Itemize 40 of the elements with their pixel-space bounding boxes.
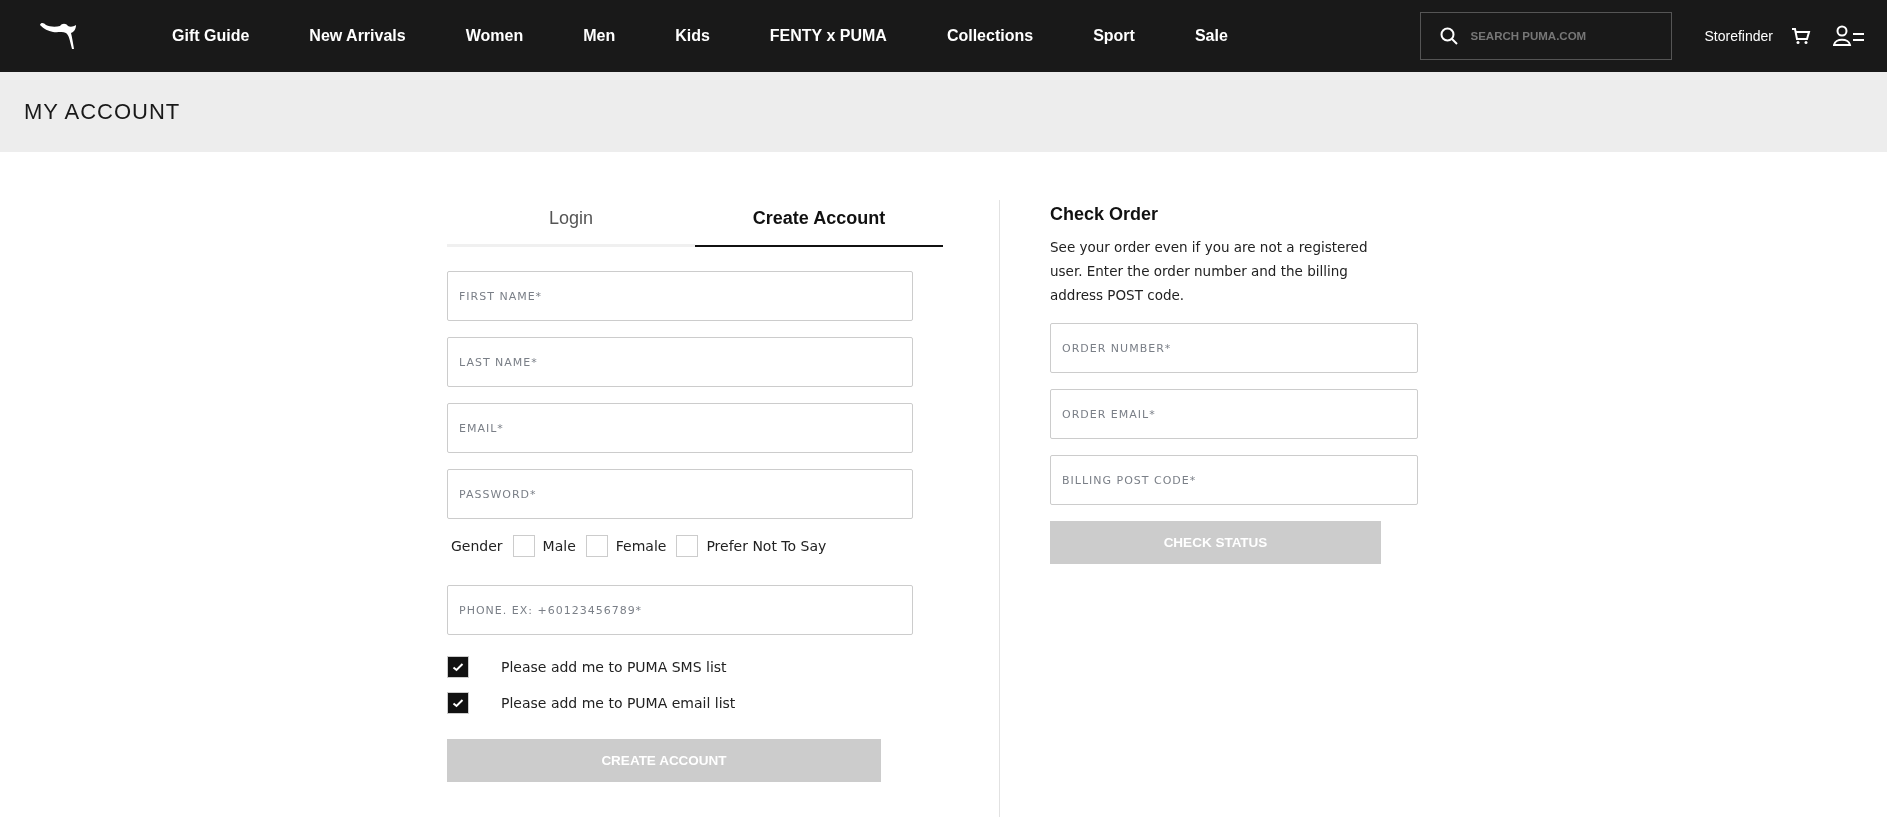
checkmark-icon [452, 698, 464, 708]
nav-link[interactable]: Gift Guide [172, 27, 250, 45]
checkbox[interactable] [676, 535, 699, 557]
checkbox-label: Male [542, 538, 576, 554]
input-field[interactable]: BILLING POST CODE* [1050, 455, 1418, 505]
checkmark-icon [452, 662, 464, 672]
input-field[interactable]: FIRST NAME* [447, 271, 913, 321]
phone-field[interactable]: PHONE. EX: +60123456789* [447, 585, 913, 635]
tab[interactable]: Create Account [695, 200, 943, 247]
section-description: See your order even if you are not a registered user. Enter the order number and the billing address POST code. [1050, 238, 1369, 305]
account-menu-icon[interactable] [1833, 25, 1865, 47]
checkbox[interactable] [447, 656, 469, 678]
nav-link[interactable]: New Arrivals [309, 27, 406, 45]
input-field[interactable]: ORDER EMAIL* [1050, 389, 1418, 439]
nav-link[interactable]: Sale [1194, 27, 1228, 45]
gender-label: Gender [451, 538, 503, 554]
input-field[interactable]: EMAIL* [447, 403, 913, 453]
input-field[interactable]: ORDER NUMBER* [1050, 323, 1418, 373]
input-field[interactable]: PASSWORD* [447, 469, 913, 519]
nav-link[interactable]: Women [465, 27, 524, 45]
checkbox-label: Prefer Not To Say [706, 538, 827, 554]
checkbox-label: Please add me to PUMA email list [501, 695, 736, 711]
nav-link[interactable]: Men [583, 27, 616, 45]
input-field[interactable]: LAST NAME* [447, 337, 913, 387]
nav-link[interactable]: Collections [946, 27, 1034, 45]
checkbox[interactable] [585, 535, 608, 557]
nav-link[interactable]: FENTY x PUMA [769, 27, 887, 45]
nav-link[interactable]: Kids [675, 27, 710, 45]
tab[interactable]: Login [447, 200, 695, 247]
section-title: Check Order [1050, 204, 1160, 225]
search-icon [1439, 27, 1458, 45]
nav-link[interactable]: Sport [1093, 27, 1135, 45]
checkbox[interactable] [512, 535, 535, 557]
checkbox-label: Please add me to PUMA SMS list [501, 659, 727, 675]
page-title: MY ACCOUNT [24, 99, 181, 125]
checkbox-label: Female [615, 538, 667, 554]
cart-icon[interactable] [1791, 27, 1811, 45]
search-field[interactable]: SEARCH PUMA.COM [1419, 12, 1672, 60]
storefinder-link[interactable]: Storefinder [1704, 28, 1773, 44]
checkbox[interactable] [447, 692, 469, 714]
